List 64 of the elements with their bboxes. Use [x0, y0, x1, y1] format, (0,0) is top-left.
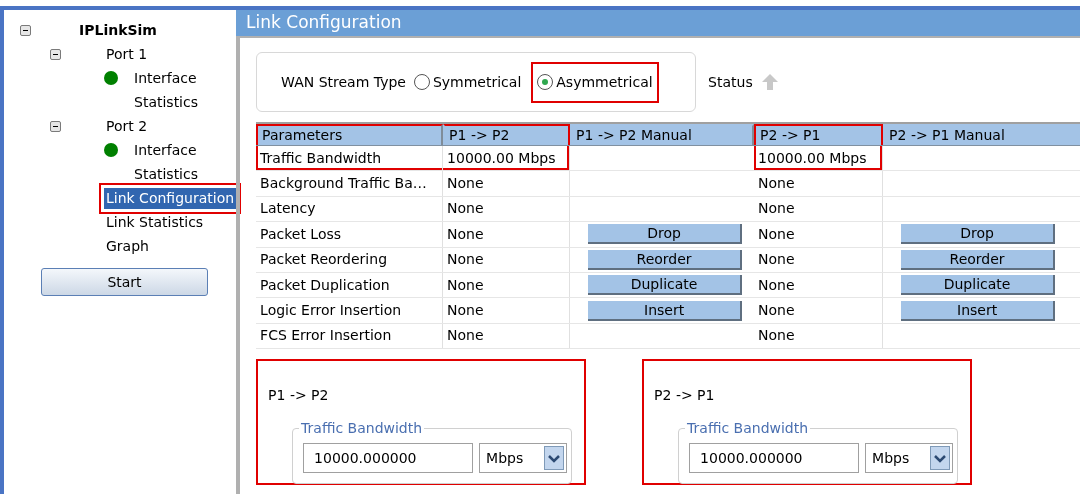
- radio-option[interactable]: Asymmetrical: [533, 63, 657, 101]
- table-cell: Packet Duplication: [256, 272, 444, 298]
- column-header[interactable]: P1 -> P2: [443, 124, 571, 145]
- table-cell: None: [443, 323, 571, 349]
- table-cell: None: [443, 171, 571, 196]
- table-cell: None: [754, 247, 884, 272]
- collapse-icon[interactable]: [20, 24, 31, 36]
- table-cell: None: [754, 323, 884, 349]
- direction-title: P2 -> P1: [654, 386, 716, 406]
- tree-item[interactable]: Graph: [104, 235, 151, 257]
- tree-item[interactable]: Port 2: [104, 115, 150, 137]
- panel-title: Link Configuration: [236, 10, 1080, 36]
- collapse-icon[interactable]: [50, 120, 61, 132]
- action-button[interactable]: Drop: [901, 224, 1056, 245]
- action-button[interactable]: Duplicate: [588, 275, 743, 296]
- table-cell: 10000.00 Mbps: [443, 146, 571, 171]
- table-cell: None: [443, 196, 571, 222]
- stream-type-label: WAN Stream Type: [281, 72, 406, 92]
- tree-item[interactable]: Port 1: [104, 43, 150, 65]
- table-cell: FCS Error Insertion: [256, 323, 444, 349]
- column-header[interactable]: P2 -> P1 Manual: [883, 124, 1080, 145]
- table-cell: None: [754, 272, 884, 298]
- radio-button[interactable]: [413, 74, 430, 90]
- tree-item[interactable]: Interface: [132, 139, 199, 161]
- bandwidth-field[interactable]: 10000.000000: [689, 443, 860, 474]
- action-button[interactable]: Insert: [588, 300, 743, 321]
- action-button[interactable]: Drop: [588, 224, 743, 245]
- unit-dropdown[interactable]: Mbps: [479, 443, 568, 474]
- direction-title: P1 -> P2: [268, 386, 330, 406]
- collapse-icon[interactable]: [50, 48, 61, 60]
- bandwidth-field[interactable]: 10000.000000: [303, 443, 474, 474]
- table-cell: 10000.00 Mbps: [754, 146, 884, 171]
- action-button[interactable]: Reorder: [901, 249, 1056, 270]
- table-cell: Packet Loss: [256, 222, 444, 247]
- table-cell: None: [754, 222, 884, 247]
- table-cell: Background Traffic Ba…: [256, 171, 444, 196]
- status-label: Status: [708, 72, 753, 92]
- table-cell: Logic Error Insertion: [256, 298, 444, 323]
- table-cell: None: [443, 272, 571, 298]
- column-header[interactable]: P1 -> P2 Manual: [570, 124, 755, 145]
- tree-item[interactable]: Statistics: [132, 163, 200, 185]
- table-cell: None: [754, 171, 884, 196]
- tree-root[interactable]: IPLinkSim: [77, 19, 159, 41]
- table-cell: None: [443, 247, 571, 272]
- column-header[interactable]: Parameters: [256, 124, 444, 145]
- up-arrow-icon: [760, 73, 779, 91]
- table-cell: Packet Reordering: [256, 247, 444, 272]
- tree-item[interactable]: Link Statistics: [104, 211, 206, 233]
- column-header[interactable]: P2 -> P1: [754, 124, 884, 145]
- tree-item[interactable]: Interface: [132, 67, 199, 89]
- tree-item[interactable]: Statistics: [132, 91, 200, 113]
- action-button[interactable]: Insert: [901, 300, 1056, 321]
- action-button[interactable]: Reorder: [588, 249, 743, 270]
- table-cell: None: [754, 298, 884, 323]
- table-cell: None: [443, 298, 571, 323]
- action-button[interactable]: Duplicate: [901, 275, 1056, 296]
- table-cell: None: [443, 222, 571, 247]
- radio-option[interactable]: Symmetrical: [409, 63, 526, 101]
- table-cell: Traffic Bandwidth: [256, 146, 444, 171]
- table-cell: None: [754, 196, 884, 222]
- unit-dropdown[interactable]: Mbps: [865, 443, 954, 474]
- start-button[interactable]: Start: [41, 268, 208, 296]
- table-cell: Latency: [256, 196, 444, 222]
- radio-button[interactable]: [537, 74, 554, 90]
